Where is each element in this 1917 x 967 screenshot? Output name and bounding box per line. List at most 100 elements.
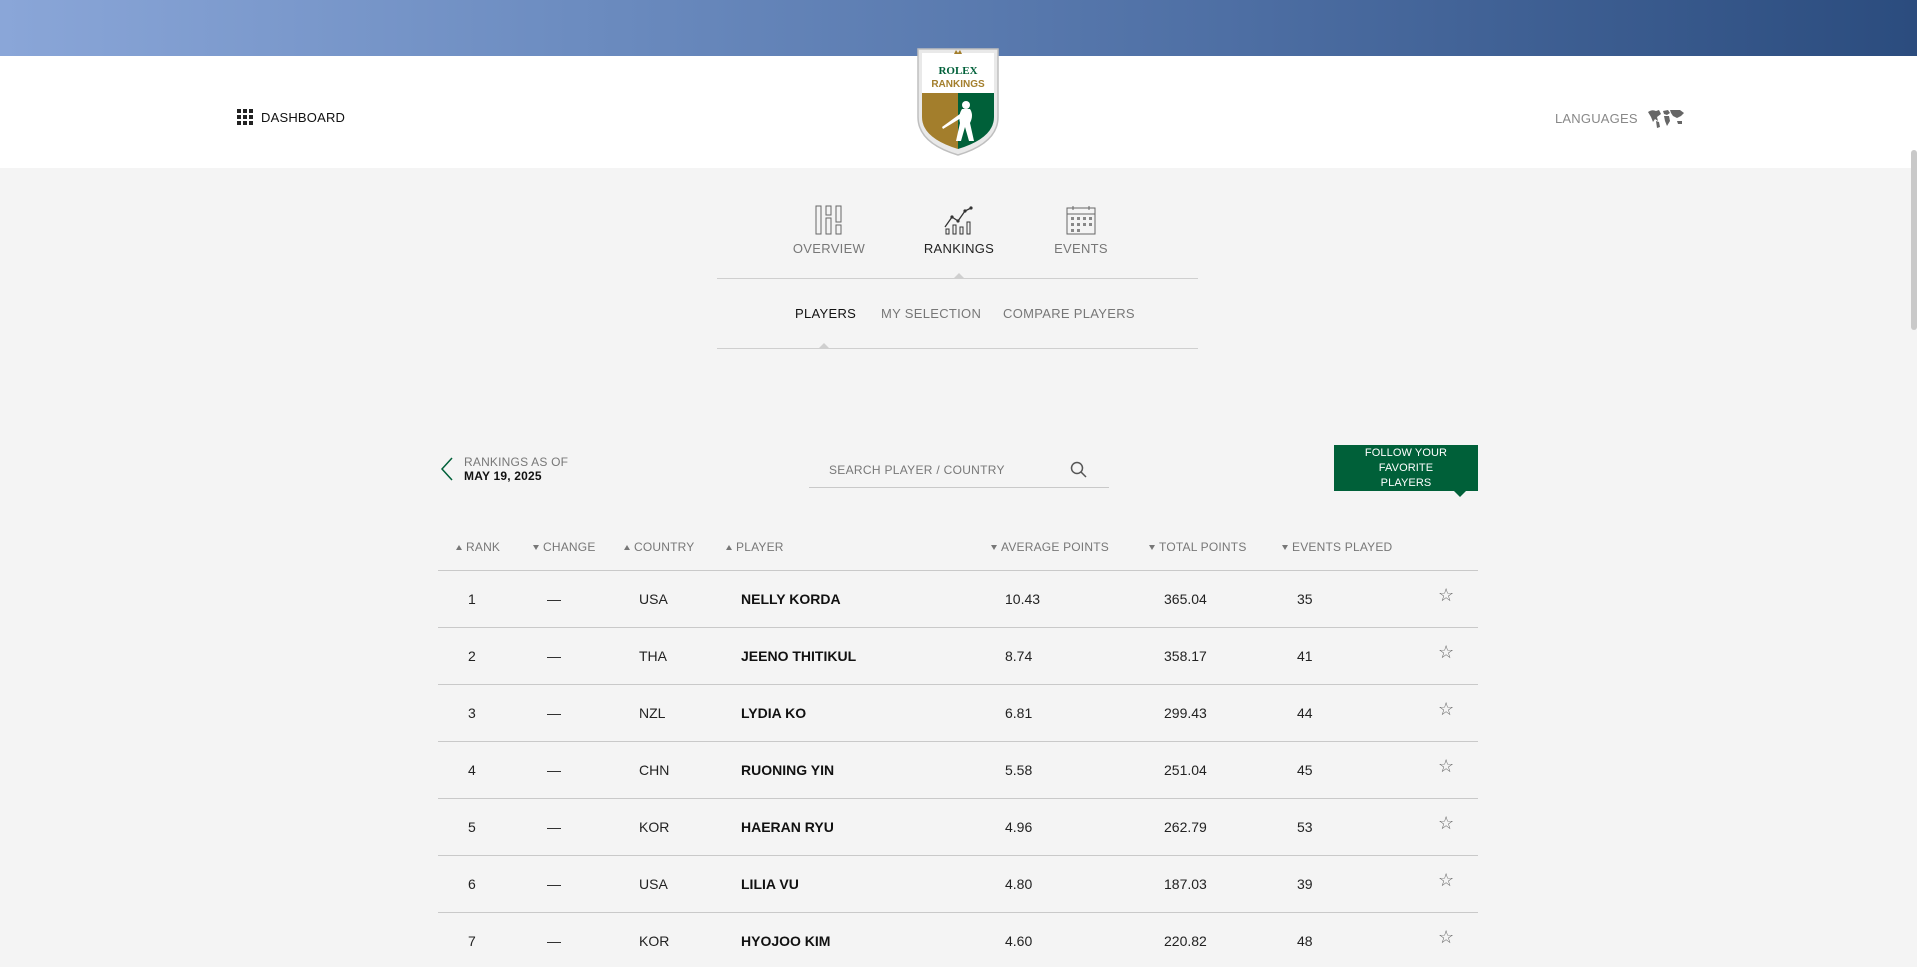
events-played-cell: 41	[1297, 648, 1313, 664]
active-tab-indicator	[953, 273, 965, 279]
rank-cell: 3	[468, 705, 476, 721]
rankings-table: RANK CHANGE COUNTRY PLAYER AVERAGE POINT…	[438, 531, 1478, 967]
tab-rankings-label: RANKINGS	[923, 241, 995, 256]
languages-label: LANGUAGES	[1555, 110, 1638, 126]
change-cell: —	[547, 705, 561, 721]
rankings-chart-icon	[944, 206, 973, 235]
rankings-date: MAY 19, 2025	[464, 469, 542, 483]
table-row: 7 — KOR HYOJOO KIM 4.60 220.82 48 ☆	[438, 913, 1478, 967]
favorite-star-icon[interactable]: ☆	[1438, 699, 1454, 720]
column-events-played-header[interactable]: EVENTS PLAYED	[1282, 540, 1392, 554]
change-cell: —	[547, 933, 561, 949]
column-average-points-header[interactable]: AVERAGE POINTS	[991, 540, 1109, 554]
player-name-link[interactable]: HYOJOO KIM	[741, 933, 830, 949]
events-played-cell: 45	[1297, 762, 1313, 778]
tab-events-label: EVENTS	[1054, 241, 1108, 256]
events-played-cell: 39	[1297, 876, 1313, 892]
rankings-as-of-label: RANKINGS AS OF	[464, 455, 569, 469]
dashboard-link[interactable]: DASHBOARD	[237, 109, 345, 125]
table-row: 3 — NZL LYDIA KO 6.81 299.43 44 ☆	[438, 685, 1478, 742]
tab-rankings[interactable]: RANKINGS	[924, 205, 994, 256]
subtab-my-selection[interactable]: MY SELECTION	[881, 306, 981, 321]
total-points-cell: 358.17	[1164, 648, 1207, 664]
chevron-left-icon[interactable]	[440, 456, 454, 482]
rank-cell: 5	[468, 819, 476, 835]
player-name-link[interactable]: NELLY KORDA	[741, 591, 841, 607]
column-country-header[interactable]: COUNTRY	[624, 540, 695, 554]
tab-overview-label: OVERVIEW	[792, 241, 866, 256]
average-points-cell: 6.81	[1005, 705, 1033, 721]
column-change-header[interactable]: CHANGE	[533, 540, 596, 554]
rank-cell: 2	[468, 648, 476, 664]
favorite-star-icon[interactable]: ☆	[1438, 756, 1454, 777]
world-map-icon	[1647, 110, 1684, 128]
active-subtab-indicator	[818, 343, 830, 349]
country-cell: USA	[639, 591, 668, 607]
rank-cell: 1	[468, 591, 476, 607]
events-played-cell: 53	[1297, 819, 1313, 835]
search-box	[809, 453, 1109, 488]
column-total-points-header[interactable]: TOTAL POINTS	[1149, 540, 1247, 554]
change-cell: —	[547, 819, 561, 835]
sort-down-icon	[1282, 544, 1288, 550]
change-cell: —	[547, 762, 561, 778]
logo-rolex-text: ROLEX	[938, 65, 977, 77]
favorite-star-icon[interactable]: ☆	[1438, 813, 1454, 834]
table-row: 2 — THA JEENO THITIKUL 8.74 358.17 41 ☆	[438, 628, 1478, 685]
grid-menu-icon	[237, 109, 253, 125]
rankings-date-selector[interactable]: RANKINGS AS OF MAY 19, 2025	[440, 455, 568, 483]
country-cell: KOR	[639, 819, 670, 835]
total-points-cell: 187.03	[1164, 876, 1207, 892]
favorite-star-icon[interactable]: ☆	[1438, 927, 1454, 948]
average-points-cell: 5.58	[1005, 762, 1033, 778]
column-player-header[interactable]: PLAYER	[726, 540, 784, 554]
total-points-cell: 299.43	[1164, 705, 1207, 721]
rolex-rankings-logo[interactable]: ROLEX RANKINGS	[912, 45, 1004, 157]
favorite-star-icon[interactable]: ☆	[1438, 585, 1454, 606]
follow-favorite-players-button[interactable]: FOLLOW YOUR FAVORITE PLAYERS	[1334, 445, 1478, 497]
average-points-cell: 4.80	[1005, 876, 1033, 892]
events-played-cell: 48	[1297, 933, 1313, 949]
average-points-cell: 10.43	[1005, 591, 1041, 607]
average-points-cell: 8.74	[1005, 648, 1033, 664]
dashboard-label: DASHBOARD	[261, 109, 346, 125]
player-name-link[interactable]: JEENO THITIKUL	[741, 648, 856, 664]
overview-bars-icon	[815, 205, 842, 235]
languages-selector[interactable]: LANGUAGES	[1555, 107, 1686, 129]
player-name-link[interactable]: LYDIA KO	[741, 705, 806, 721]
search-input[interactable]	[809, 463, 1059, 477]
country-cell: CHN	[639, 762, 670, 778]
favorite-star-icon[interactable]: ☆	[1438, 642, 1454, 663]
player-name-link[interactable]: HAERAN RYU	[741, 819, 834, 835]
change-cell: —	[547, 876, 561, 892]
search-icon[interactable]	[1070, 461, 1087, 478]
player-name-link[interactable]: RUONING YIN	[741, 762, 834, 778]
subtab-players[interactable]: PLAYERS	[795, 306, 856, 321]
tab-events[interactable]: EVENTS	[1051, 205, 1111, 256]
rank-cell: 6	[468, 876, 476, 892]
total-points-cell: 262.79	[1164, 819, 1207, 835]
tab-overview[interactable]: OVERVIEW	[793, 205, 865, 256]
table-header: RANK CHANGE COUNTRY PLAYER AVERAGE POINT…	[438, 531, 1478, 571]
country-cell: NZL	[639, 705, 666, 721]
logo-rankings-text: RANKINGS	[931, 79, 985, 90]
country-cell: USA	[639, 876, 668, 892]
page-scrollbar[interactable]	[1911, 150, 1917, 330]
events-played-cell: 35	[1297, 591, 1313, 607]
table-row: 1 — USA NELLY KORDA 10.43 365.04 35 ☆	[438, 571, 1478, 628]
favorite-star-icon[interactable]: ☆	[1438, 870, 1454, 891]
table-row: 5 — KOR HAERAN RYU 4.96 262.79 53 ☆	[438, 799, 1478, 856]
sort-up-icon	[726, 544, 732, 550]
change-cell: —	[547, 591, 561, 607]
sort-down-icon	[533, 544, 539, 550]
sort-up-icon	[456, 544, 462, 550]
player-name-link[interactable]: LILIA VU	[741, 876, 799, 892]
subtab-compare-players[interactable]: COMPARE PLAYERS	[1003, 306, 1135, 321]
events-calendar-icon	[1066, 206, 1096, 235]
total-points-cell: 220.82	[1164, 933, 1207, 949]
sort-down-icon	[1149, 544, 1155, 550]
column-rank-header[interactable]: RANK	[456, 540, 500, 554]
total-points-cell: 365.04	[1164, 591, 1207, 607]
table-row: 6 — USA LILIA VU 4.80 187.03 39 ☆	[438, 856, 1478, 913]
main-navigation: OVERVIEW RANKINGS EVENTS	[717, 205, 1198, 279]
